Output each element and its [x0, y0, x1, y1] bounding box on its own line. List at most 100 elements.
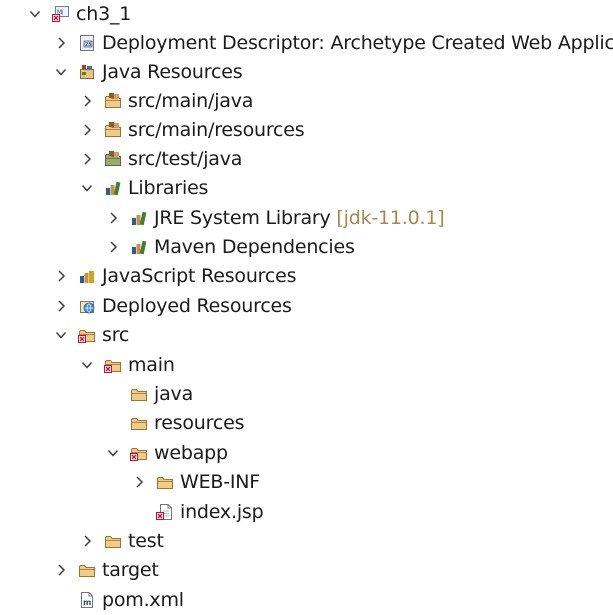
- deployed-resources-icon: [78, 297, 96, 315]
- expand-chevron-icon[interactable]: [54, 35, 68, 51]
- tree-item[interactable]: target: [0, 556, 613, 585]
- expand-chevron-icon[interactable]: [80, 93, 94, 109]
- tree-item-text: ch3_1: [76, 3, 132, 25]
- tree-item[interactable]: M J ch3_1: [0, 0, 613, 29]
- expand-chevron-icon[interactable]: [54, 268, 68, 284]
- svg-text:J: J: [61, 10, 63, 16]
- tree-item-text: Maven Dependencies: [154, 236, 355, 258]
- svg-text:23: 23: [85, 42, 91, 48]
- javascript-resources-icon: [78, 267, 96, 285]
- expand-chevron-icon[interactable]: [80, 122, 94, 138]
- expand-chevron-icon[interactable]: [80, 533, 94, 549]
- tree-item-text: src/test/java: [128, 148, 243, 170]
- tree-item-label: main: [128, 352, 175, 378]
- tree-item-text: index.jsp: [180, 501, 264, 523]
- tree-item-text: java: [154, 383, 194, 405]
- collapse-chevron-icon[interactable]: [80, 180, 94, 196]
- tree-item-label: Deployed Resources: [102, 293, 292, 319]
- tree-item-label: Java Resources: [102, 59, 243, 85]
- tree-item[interactable]: Libraries: [0, 174, 613, 203]
- source-folder-icon: [104, 121, 122, 139]
- tree-item-label: Libraries: [128, 175, 208, 201]
- expand-chevron-icon[interactable]: [54, 298, 68, 314]
- tree-item-text: JRE System Library: [154, 207, 331, 229]
- tree-item-text: main: [128, 354, 175, 376]
- folder-error-icon: [78, 326, 96, 344]
- expand-chevron-icon[interactable]: [80, 151, 94, 167]
- tree-item[interactable]: src/main/resources: [0, 116, 613, 145]
- tree-item-text: JavaScript Resources: [102, 265, 297, 287]
- collapse-chevron-icon[interactable]: [28, 6, 42, 22]
- jsp-file-error-icon: [156, 503, 174, 521]
- tree-item[interactable]: 23 Deployment Descriptor: Archetype Creat…: [0, 29, 613, 58]
- tree-item-label: WEB-INF: [180, 469, 260, 495]
- expand-chevron-icon[interactable]: [54, 562, 68, 578]
- tree-item[interactable]: java: [0, 380, 613, 409]
- tree-item-text: WEB-INF: [180, 471, 261, 493]
- tree-item-text: resources: [154, 412, 245, 434]
- folder-icon: [130, 414, 148, 432]
- tree-item-text: src/main/resources: [128, 119, 305, 141]
- tree-item-text: src/main/java: [128, 90, 254, 112]
- tree-item-label: java: [154, 381, 193, 407]
- tree-item[interactable]: resources: [0, 409, 613, 438]
- tree-item[interactable]: Java Resources: [0, 58, 613, 87]
- collapse-chevron-icon[interactable]: [80, 357, 94, 373]
- tree-item-label: JRE System Library [jdk-11.0.1]: [154, 205, 445, 231]
- tree-item-label: JavaScript Resources: [102, 263, 297, 289]
- tree-item[interactable]: main: [0, 351, 613, 380]
- tree-item-label: webapp: [154, 440, 228, 466]
- tree-item-label: Maven Dependencies: [154, 234, 355, 260]
- tree-item[interactable]: WEB-INF: [0, 468, 613, 497]
- library-icon: [130, 209, 148, 227]
- folder-icon: [130, 385, 148, 403]
- tree-item-label: src/test/java: [128, 146, 242, 172]
- expand-chevron-icon[interactable]: [132, 474, 146, 490]
- tree-item-label: resources: [154, 410, 244, 436]
- tree-item[interactable]: src/main/java: [0, 87, 613, 116]
- expand-chevron-icon[interactable]: [106, 239, 120, 255]
- tree-item-label: pom.xml: [102, 587, 184, 613]
- tree-item[interactable]: webapp: [0, 439, 613, 468]
- tree-item[interactable]: Deployed Resources: [0, 292, 613, 321]
- web-project-icon: MJ: [52, 5, 70, 23]
- source-folder-icon: [104, 92, 122, 110]
- tree-item-text: Deployed Resources: [102, 295, 292, 317]
- folder-icon: [104, 532, 122, 550]
- collapse-chevron-icon[interactable]: [54, 327, 68, 343]
- tree-item-label: Deployment Descriptor: Archetype Created…: [102, 30, 613, 56]
- tree-item-label: index.jsp: [180, 499, 264, 525]
- tree-item-label: src/main/java: [128, 88, 253, 114]
- tree-item-text: src: [102, 324, 130, 346]
- tree-item-text: pom.xml: [102, 589, 184, 611]
- tree-item-text: webapp: [154, 442, 228, 464]
- tree-item[interactable]: src: [0, 321, 613, 350]
- test-source-folder-icon: [104, 150, 122, 168]
- library-icon: [130, 238, 148, 256]
- tree-item[interactable]: Maven Dependencies: [0, 233, 613, 262]
- tree-item-text: test: [128, 530, 164, 552]
- tree-item-text: target: [102, 559, 159, 581]
- tree-item-text: Java Resources: [102, 61, 243, 83]
- tree-item-text: Libraries: [128, 177, 209, 199]
- tree-item[interactable]: src/test/java: [0, 145, 613, 174]
- tree-item-text: Deployment Descriptor: Archetype Created…: [102, 32, 613, 54]
- tree-item[interactable]: index.jsp: [0, 498, 613, 527]
- tree-item-decoration: [jdk-11.0.1]: [336, 207, 445, 229]
- tree-item[interactable]: test: [0, 527, 613, 556]
- folder-error-icon: [104, 356, 122, 374]
- deployment-descriptor-icon: 23: [78, 34, 96, 52]
- tree-item[interactable]: m pom.xml: [0, 586, 613, 615]
- java-resources-icon: [78, 63, 96, 81]
- expand-chevron-icon[interactable]: [106, 210, 120, 226]
- tree-item-label: src/main/resources: [128, 117, 305, 143]
- project-explorer-tree: M J ch3_1 23 Deployment Descriptor: Archetyp…: [0, 0, 613, 613]
- svg-text:m: m: [83, 598, 91, 607]
- xml-file-icon: m: [78, 591, 96, 609]
- collapse-chevron-icon[interactable]: [106, 445, 120, 461]
- tree-item[interactable]: JRE System Library [jdk-11.0.1]: [0, 204, 613, 233]
- folder-icon: [156, 473, 174, 491]
- collapse-chevron-icon[interactable]: [54, 64, 68, 80]
- tree-item[interactable]: JavaScript Resources: [0, 262, 613, 291]
- tree-item-label: ch3_1: [76, 1, 131, 27]
